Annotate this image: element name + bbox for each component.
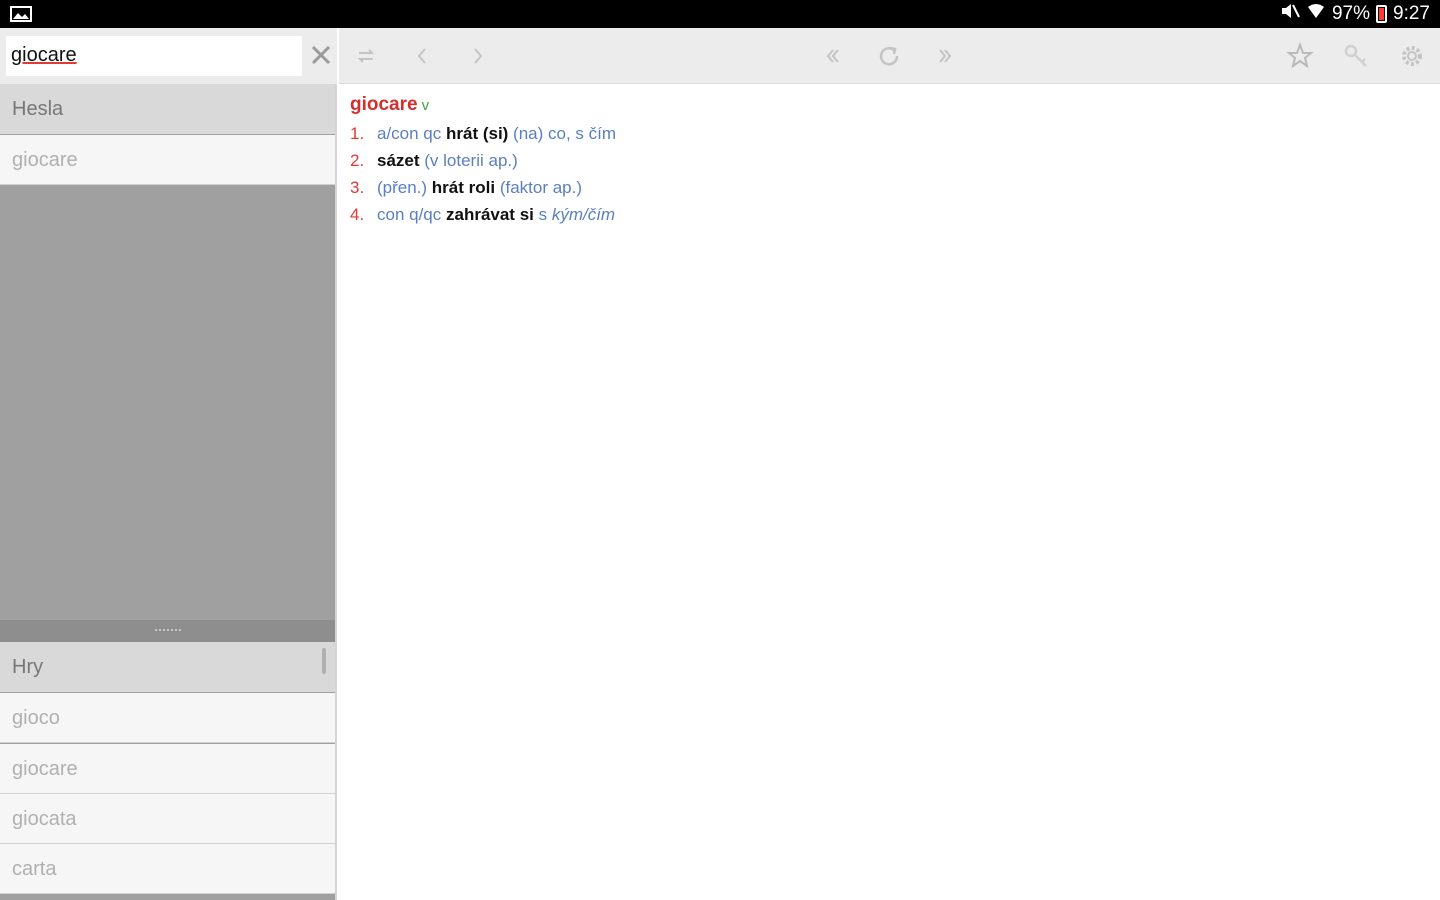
sense-item: 4. con q/qc zahrávat si s kým/čím <box>350 201 1430 228</box>
headword: giocare <box>350 94 418 115</box>
first-icon[interactable] <box>817 40 849 72</box>
sense-grammar: s <box>533 205 552 224</box>
star-icon[interactable] <box>1284 40 1316 72</box>
sense-translation: zahrávat si <box>441 205 534 224</box>
sense-grammar: a/con qc <box>377 124 442 143</box>
battery-percent: 97% <box>1331 3 1371 24</box>
sense-list: 1. a/con qc hrát (si) (na) co, s čím 2. sáz… <box>350 120 1430 228</box>
toolbar <box>339 28 1440 84</box>
status-bar: 97% 9:27 <box>0 0 1440 28</box>
sense-translation: hrát (si) <box>441 124 509 143</box>
search-box <box>6 36 302 76</box>
part-of-speech: v <box>421 97 430 114</box>
scrollbar[interactable] <box>322 648 326 674</box>
list-item[interactable]: gioco <box>0 693 335 743</box>
sense-item: 2. sázet (v loterii ap.) <box>350 147 1430 174</box>
swap-icon[interactable] <box>350 40 382 72</box>
sidebar: Hesla giocare Hry gioco giocare giocata … <box>0 28 337 900</box>
sense-number: 3. <box>350 178 365 197</box>
games-header: Hry <box>0 642 335 692</box>
sense-grammar: (faktor ap.) <box>495 178 583 197</box>
sense-item: 3. (přen.) hrát roli (faktor ap.) <box>350 174 1430 201</box>
refresh-icon[interactable] <box>873 40 905 72</box>
sense-grammar: kým/čím <box>551 205 616 224</box>
sense-number: 2. <box>350 151 365 170</box>
forward-icon[interactable] <box>462 40 494 72</box>
key-icon[interactable] <box>1340 40 1372 72</box>
search-bar <box>0 28 337 84</box>
list-item[interactable]: giocare <box>0 135 335 185</box>
sense-translation: sázet <box>377 151 420 170</box>
sense-grammar: (přen.) <box>377 178 428 197</box>
mute-icon <box>1280 1 1300 27</box>
battery-icon <box>1376 5 1388 23</box>
image-icon <box>10 6 32 22</box>
splitter-handle[interactable] <box>0 620 335 642</box>
close-icon[interactable] <box>308 42 334 68</box>
sense-number: 4. <box>350 205 365 224</box>
search-input[interactable] <box>11 44 291 67</box>
back-icon[interactable] <box>406 40 438 72</box>
list-item[interactable]: carta <box>0 844 335 894</box>
last-icon[interactable] <box>929 40 961 72</box>
sense-grammar: con q/qc <box>377 205 442 224</box>
clock: 9:27 <box>1393 3 1430 24</box>
sense-item: 1. a/con qc hrát (si) (na) co, s čím <box>350 120 1430 147</box>
wifi-icon <box>1306 1 1326 27</box>
sense-number: 1. <box>350 124 365 143</box>
sense-translation: hrát roli <box>427 178 496 197</box>
list-item[interactable]: giocata <box>0 794 335 844</box>
entry-content: giocare v 1. a/con qc hrát (si) (na) co, s… <box>350 94 1430 228</box>
sense-grammar: (v loterii ap.) <box>419 151 518 170</box>
entry-heading: giocare v <box>350 94 1430 120</box>
settings-icon[interactable] <box>1396 40 1428 72</box>
results-header: Hesla <box>0 84 335 134</box>
sense-grammar: (na) co, s čím <box>508 124 617 143</box>
list-item[interactable]: giocare <box>0 744 335 794</box>
